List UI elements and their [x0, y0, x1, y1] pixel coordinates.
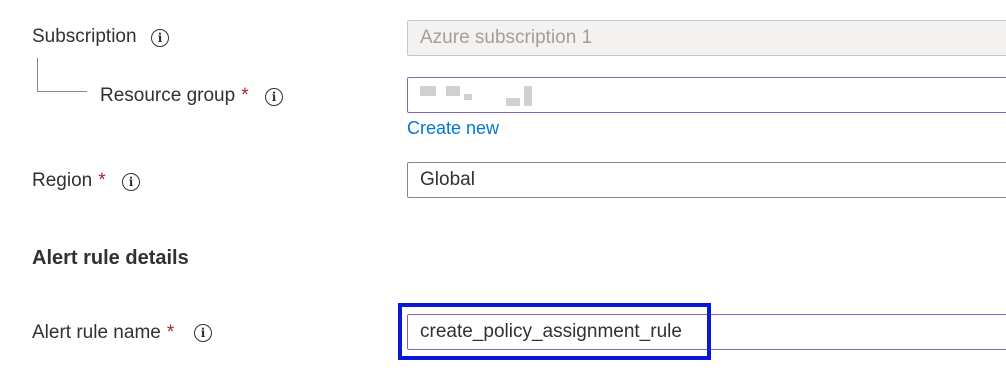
tree-connector-vertical	[37, 58, 38, 92]
highlight-box	[398, 303, 711, 360]
tree-connector-horizontal	[37, 91, 87, 92]
required-marker: *	[166, 322, 175, 343]
info-icon[interactable]: i	[122, 173, 140, 191]
subscription-label: Subscription	[32, 26, 137, 47]
redacted-value	[420, 86, 436, 96]
create-new-link[interactable]: Create new	[407, 118, 499, 139]
info-icon[interactable]: i	[265, 88, 283, 106]
alert-rule-name-label: Alert rule name *	[32, 322, 175, 343]
redacted-value	[506, 98, 520, 106]
subscription-select: Azure subscription 1	[407, 20, 1006, 56]
info-icon[interactable]: i	[151, 29, 169, 47]
required-marker: *	[241, 85, 249, 106]
resource-group-label: Resource group *	[100, 85, 249, 106]
region-label: Region *	[32, 170, 106, 191]
redacted-value	[464, 94, 472, 100]
info-icon[interactable]: i	[194, 324, 212, 342]
required-marker: *	[98, 170, 106, 191]
region-select[interactable]: Global	[407, 162, 1006, 198]
alert-rule-details-heading: Alert rule details	[32, 247, 189, 269]
redacted-value	[446, 86, 460, 96]
redacted-value	[524, 86, 532, 106]
resource-group-select[interactable]	[407, 77, 1006, 113]
